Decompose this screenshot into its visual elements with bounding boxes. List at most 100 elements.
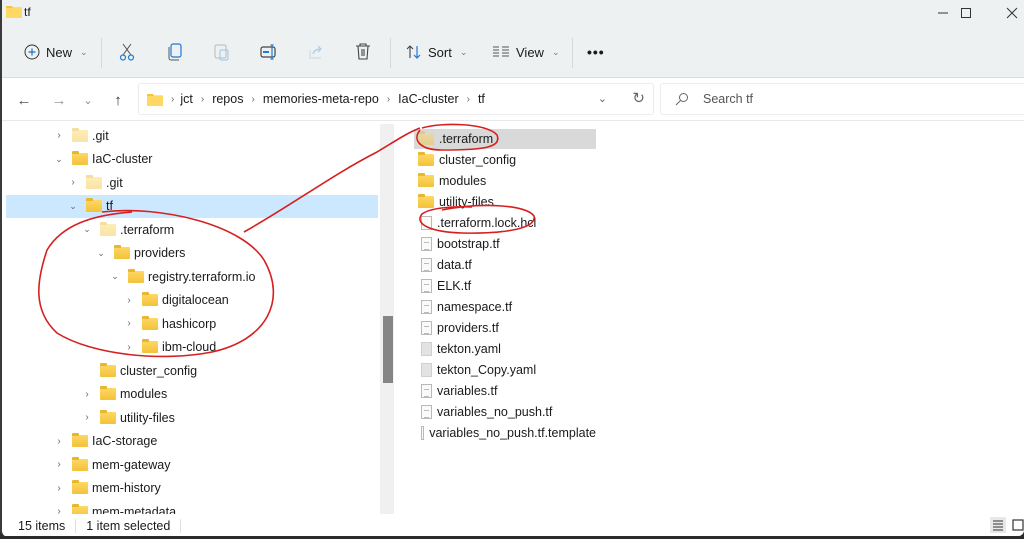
tree-item[interactable]: › mem-metadata bbox=[6, 500, 378, 514]
tree-item[interactable]: › modules bbox=[6, 383, 378, 406]
file-list-item[interactable]: modules bbox=[414, 171, 596, 191]
chevron-right-icon[interactable]: › bbox=[66, 177, 80, 188]
chevron-down-icon[interactable]: ⌄ bbox=[108, 271, 122, 282]
file-list-item[interactable]: variables_no_push.tf bbox=[414, 402, 596, 422]
chevron-right-icon[interactable]: › bbox=[52, 436, 66, 447]
delete-button[interactable] bbox=[355, 36, 371, 68]
more-options-button[interactable]: ••• bbox=[587, 36, 605, 68]
recent-locations-button[interactable]: ⌄ bbox=[76, 89, 100, 111]
chevron-right-icon[interactable]: › bbox=[122, 318, 136, 329]
file-list-item[interactable]: providers.tf bbox=[414, 318, 596, 338]
file-list-item[interactable]: ELK.tf bbox=[414, 276, 596, 296]
search-placeholder: Search tf bbox=[703, 92, 754, 106]
paste-button[interactable] bbox=[214, 36, 230, 68]
file-list-item[interactable]: cluster_config bbox=[414, 150, 596, 170]
maximize-button[interactable] bbox=[943, 0, 989, 26]
chevron-down-icon[interactable]: ⌄ bbox=[52, 154, 66, 165]
chevron-right-icon[interactable]: › bbox=[122, 295, 136, 306]
share-button[interactable] bbox=[308, 36, 324, 68]
tree-item[interactable]: › hashicorp bbox=[6, 312, 378, 335]
text-file-icon bbox=[421, 258, 432, 272]
tree-item-label: modules bbox=[120, 387, 168, 401]
file-list-item[interactable]: data.tf bbox=[414, 255, 596, 275]
file-list-item[interactable]: .terraform.lock.hcl bbox=[414, 213, 596, 233]
tree-item[interactable]: › mem-gateway bbox=[6, 453, 378, 476]
tree-item-label: mem-gateway bbox=[92, 457, 171, 472]
breadcrumb-memories-meta-repo[interactable]: memories-meta-repo bbox=[263, 92, 379, 106]
file-list-item[interactable]: namespace.tf bbox=[414, 297, 596, 317]
folder-icon bbox=[114, 245, 130, 259]
folder-icon bbox=[100, 409, 116, 424]
close-button[interactable] bbox=[989, 0, 1024, 26]
tree-item[interactable]: › utility-files bbox=[6, 406, 378, 429]
breadcrumb-tf[interactable]: tf bbox=[478, 92, 485, 106]
tree-item[interactable]: › .git bbox=[6, 124, 378, 147]
file-list-item[interactable]: bootstrap.tf bbox=[414, 234, 596, 254]
breadcrumb-separator[interactable]: › bbox=[251, 94, 254, 105]
paste-icon bbox=[214, 44, 229, 61]
chevron-right-icon[interactable]: › bbox=[52, 130, 66, 141]
file-list-item[interactable]: variables.tf bbox=[414, 381, 596, 401]
tree-item[interactable]: › .git bbox=[6, 171, 378, 194]
copy-button[interactable] bbox=[167, 36, 183, 68]
tree-item[interactable]: › mem-history bbox=[6, 477, 378, 500]
scrollbar-thumb[interactable] bbox=[383, 316, 393, 383]
tree-item[interactable]: ⌄ IaC-cluster bbox=[6, 148, 378, 171]
chevron-right-icon[interactable]: › bbox=[52, 483, 66, 494]
chevron-right-icon[interactable]: › bbox=[52, 506, 66, 514]
tree-item[interactable]: ⌄ tf bbox=[6, 194, 378, 218]
tiles-view-button[interactable] bbox=[1010, 517, 1024, 533]
rename-button[interactable] bbox=[260, 36, 278, 68]
search-box[interactable]: Search tf bbox=[660, 83, 1024, 115]
tree-item-label: .git bbox=[106, 175, 123, 190]
navigation-pane: › .git ⌄ IaC-cluster › .git ⌄ tf ⌄ .terraform ⌄ pro… bbox=[2, 122, 380, 514]
breadcrumb-jct[interactable]: jct bbox=[180, 92, 193, 106]
tree-item[interactable]: › ibm-cloud bbox=[6, 336, 378, 359]
file-name: namespace.tf bbox=[437, 300, 513, 314]
tree-item-label: utility-files bbox=[120, 410, 175, 425]
address-history-dropdown[interactable]: ⌄ bbox=[598, 92, 607, 105]
file-name: variables_no_push.tf bbox=[437, 405, 553, 419]
chevron-down-icon[interactable]: ⌄ bbox=[80, 224, 94, 235]
forward-button[interactable]: → bbox=[47, 89, 71, 111]
chevron-right-icon[interactable]: › bbox=[80, 389, 94, 400]
cut-button[interactable] bbox=[119, 36, 135, 68]
tree-item[interactable]: ⌄ registry.terraform.io bbox=[6, 265, 378, 288]
breadcrumb-separator[interactable]: › bbox=[387, 94, 390, 105]
tree-item[interactable]: ⌄ providers bbox=[6, 242, 378, 265]
refresh-icon[interactable]: ↻ bbox=[632, 89, 645, 107]
chevron-down-icon[interactable]: ⌄ bbox=[66, 201, 80, 212]
chevron-right-icon[interactable]: › bbox=[52, 459, 66, 470]
tree-item[interactable]: › IaC-storage bbox=[6, 430, 378, 453]
new-button[interactable]: New ⌄ bbox=[24, 36, 88, 68]
breadcrumb-repos[interactable]: repos bbox=[212, 92, 243, 106]
breadcrumb-iac-cluster[interactable]: IaC-cluster bbox=[398, 92, 458, 106]
tree-item-label: hashicorp bbox=[162, 316, 217, 331]
tree-item[interactable]: ⌄ .terraform bbox=[6, 218, 378, 241]
breadcrumb-separator[interactable]: › bbox=[201, 94, 204, 105]
details-view-button[interactable] bbox=[990, 517, 1006, 533]
chevron-right-icon[interactable]: › bbox=[122, 342, 136, 353]
chevron-down-icon[interactable]: ⌄ bbox=[94, 248, 108, 259]
folder-icon bbox=[418, 152, 434, 166]
file-name: variables.tf bbox=[437, 384, 498, 398]
file-name: variables_no_push.tf.template bbox=[429, 426, 596, 440]
sort-button[interactable]: Sort ⌄ bbox=[406, 36, 467, 68]
file-list-item[interactable]: tekton.yaml bbox=[414, 339, 596, 359]
chevron-down-icon: ⌄ bbox=[459, 46, 468, 57]
address-bar[interactable]: › jct › repos › memories-meta-repo › IaC… bbox=[138, 83, 654, 115]
file-list-item[interactable]: utility-files bbox=[414, 192, 596, 212]
view-button[interactable]: View ⌄ bbox=[492, 36, 560, 68]
file-list-item[interactable]: tekton_Copy.yaml bbox=[414, 360, 596, 380]
share-icon bbox=[309, 45, 322, 59]
file-list-item[interactable]: .terraform bbox=[414, 129, 596, 149]
chevron-right-icon[interactable]: › bbox=[80, 412, 94, 423]
file-list-item[interactable]: variables_no_push.tf.template bbox=[414, 423, 596, 443]
tree-item[interactable]: › digitalocean bbox=[6, 289, 378, 312]
up-button[interactable]: ↑ bbox=[106, 89, 130, 111]
tree-item[interactable]: cluster_config bbox=[6, 359, 378, 382]
breadcrumb-separator[interactable]: › bbox=[467, 94, 470, 105]
file-icon bbox=[421, 342, 432, 356]
back-button[interactable]: ← bbox=[12, 89, 36, 111]
folder-icon bbox=[100, 386, 116, 400]
